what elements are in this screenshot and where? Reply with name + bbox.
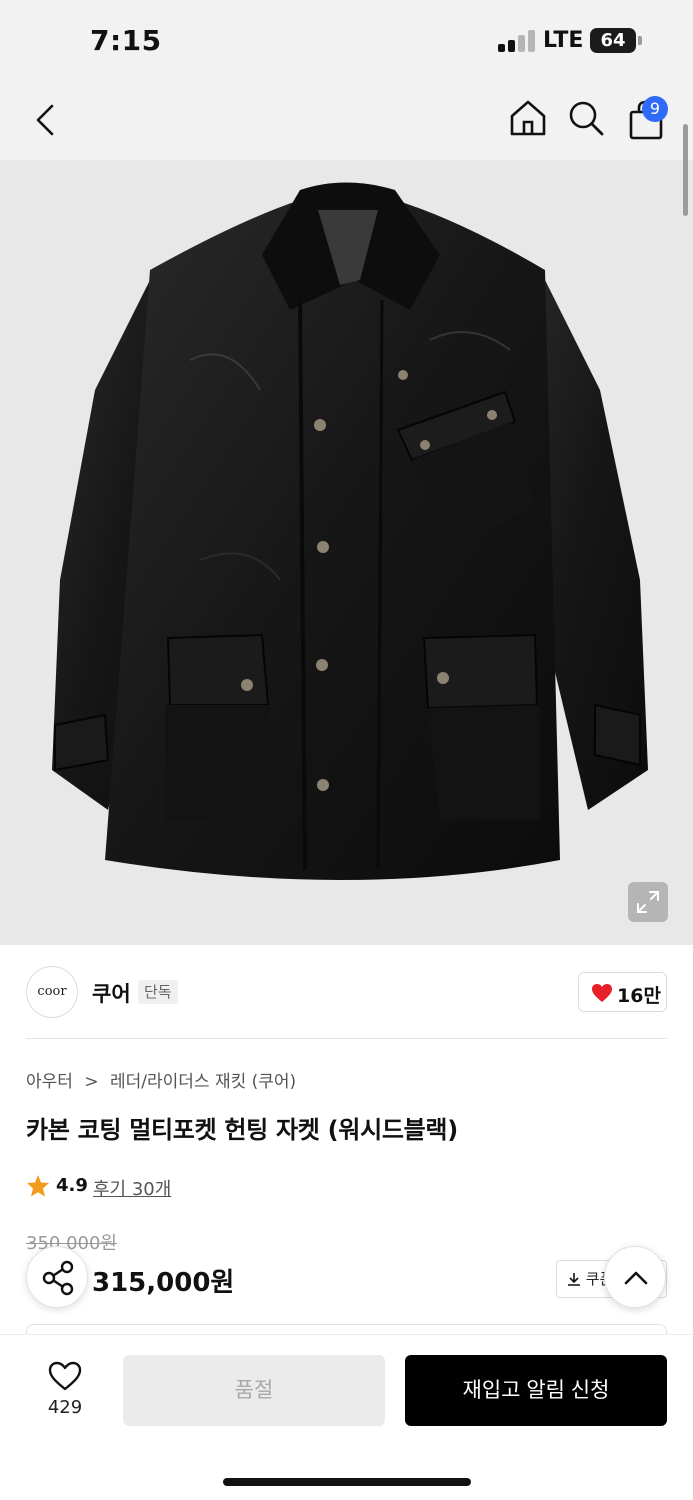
nav-bar (0, 80, 693, 160)
divider (26, 1038, 667, 1039)
cart-badge: 9 (642, 96, 668, 122)
soldout-button: 품절 (123, 1355, 385, 1426)
search-icon (569, 101, 604, 136)
restock-alert-button[interactable]: 재입고 알림 신청 (405, 1355, 667, 1426)
battery-icon: 64 (590, 28, 636, 53)
bottom-action-bar: 429 품절 재입고 알림 신청 (0, 1334, 693, 1500)
search-button[interactable] (564, 96, 608, 140)
breadcrumb-subcategory[interactable]: 레더/라이더스 재킷 (쿠어) (110, 1072, 296, 1092)
like-button[interactable]: 16만 (578, 972, 667, 1012)
download-icon (568, 1273, 580, 1286)
review-link[interactable]: 후기 30개 (93, 1175, 171, 1201)
brand-name[interactable]: 쿠어 (92, 978, 131, 1008)
heart-icon (592, 984, 612, 1002)
scroll-indicator (683, 124, 688, 216)
chevron-up-icon (624, 1271, 648, 1285)
home-indicator (223, 1478, 471, 1486)
breadcrumb-separator: > (84, 1072, 99, 1092)
breadcrumb-category[interactable]: 아우터 (26, 1072, 73, 1092)
breadcrumb: 아우터 > 레더/라이더스 재킷 (쿠어) (26, 1067, 302, 1092)
like-count: 16만 (617, 985, 661, 1007)
wish-count: 429 (47, 1397, 83, 1418)
signal-icon (498, 30, 536, 52)
brand-tag: 단독 (138, 980, 178, 1004)
product-image[interactable] (0, 160, 693, 945)
star-icon (27, 1175, 49, 1197)
status-bar: 7:15 LTE 64 (0, 0, 693, 80)
status-time: 7:15 (90, 24, 162, 57)
share-icon (42, 1260, 74, 1296)
scroll-top-button[interactable] (604, 1246, 666, 1308)
home-button[interactable] (506, 96, 550, 140)
jacket-image (52, 182, 648, 880)
sale-price: 315,000원 (92, 1268, 235, 1298)
battery-tip (638, 36, 642, 45)
share-button[interactable] (26, 1246, 88, 1308)
back-button[interactable] (28, 98, 64, 142)
brand-logo[interactable]: coor (26, 966, 78, 1018)
wish-button[interactable]: 429 (30, 1355, 100, 1425)
expand-button[interactable] (628, 882, 668, 922)
chevron-left-icon (36, 104, 54, 136)
home-icon (510, 100, 546, 136)
rating-score: 4.9 (56, 1175, 88, 1196)
network-label: LTE (543, 28, 584, 53)
heart-outline-icon (48, 1361, 82, 1391)
expand-icon (637, 891, 659, 913)
product-title: 카본 코팅 멀티포켓 헌팅 자켓 (워시드블랙) (26, 1116, 458, 1144)
